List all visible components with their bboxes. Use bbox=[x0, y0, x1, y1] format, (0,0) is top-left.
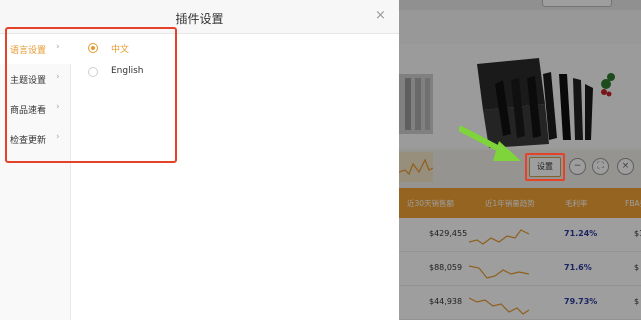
close-icon[interactable]: × bbox=[375, 9, 386, 23]
dialog-title: 插件设置 bbox=[175, 12, 224, 26]
settings-button-highlight bbox=[525, 153, 565, 181]
green-arrow-icon bbox=[459, 126, 521, 161]
plugin-settings-dialog: 插件设置 × 语言设置 › 主题设置 › 商品速看 › 检查更新 › 中文 En… bbox=[0, 0, 399, 320]
background-page: 设置 − ⛶ × 近30天销售额 近1年销量趋势 毛利率 FBA费 $429,4… bbox=[399, 0, 641, 320]
language-settings-highlight bbox=[5, 27, 177, 163]
